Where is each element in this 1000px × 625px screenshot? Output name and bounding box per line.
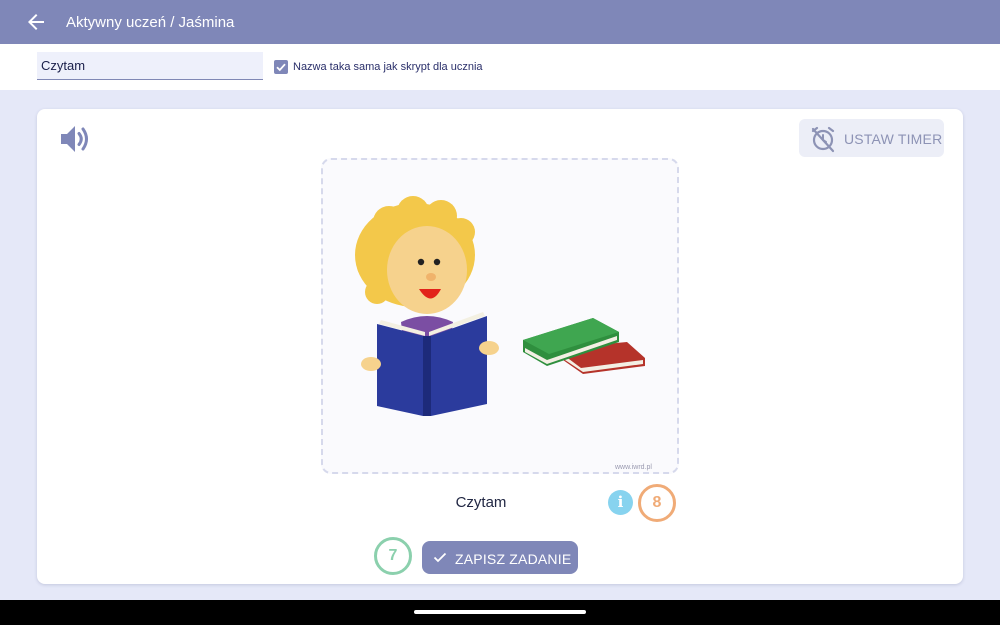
task-name-input[interactable] (37, 52, 263, 80)
set-timer-button[interactable]: USTAW TIMER (799, 119, 944, 157)
child-reading-book-illustration (355, 196, 645, 416)
same-as-script-checkbox[interactable] (274, 60, 288, 74)
task-card: USTAW TIMER www.iwrd.pl Czytam i 8 7 ZAP… (37, 109, 963, 584)
task-image[interactable]: www.iwrd.pl (321, 158, 679, 474)
save-count-badge: 7 (374, 537, 412, 575)
app-bar: Aktywny uczeń / Jaśmina (0, 0, 1000, 44)
same-as-script-label: Nazwa taka sama jak skrypt dla ucznia (293, 61, 483, 73)
check-icon (433, 552, 447, 563)
save-task-label: ZAPISZ ZADANIE (455, 551, 572, 567)
task-caption: Czytam (455, 494, 507, 511)
system-nav-bar (0, 600, 1000, 625)
image-watermark: www.iwrd.pl (615, 464, 652, 471)
caption-count-badge: 8 (638, 484, 676, 522)
save-task-button[interactable]: ZAPISZ ZADANIE (422, 541, 578, 574)
name-toolbar: Nazwa taka sama jak skrypt dla ucznia (0, 44, 1000, 90)
page-title: Aktywny uczeń / Jaśmina (66, 14, 235, 31)
alarm-off-icon (811, 126, 835, 153)
arrow-left-icon[interactable] (24, 10, 48, 34)
checkmark-icon (276, 63, 286, 72)
speaker-volume-icon[interactable] (57, 121, 93, 157)
set-timer-label: USTAW TIMER (844, 131, 943, 147)
info-icon[interactable]: i (608, 490, 633, 515)
home-gesture-pill[interactable] (414, 610, 586, 614)
